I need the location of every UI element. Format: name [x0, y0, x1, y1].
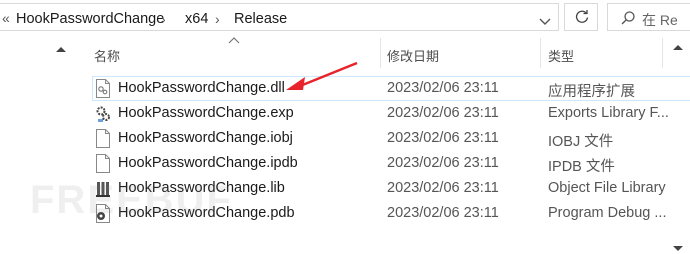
- address-bar: « HookPasswordChange › x64 › Release 在 R…: [0, 0, 690, 36]
- breadcrumb-separator-icon[interactable]: ›: [215, 11, 220, 27]
- file-name[interactable]: HookPasswordChange.dll: [118, 80, 285, 96]
- file-row[interactable]: HookPasswordChange.dll 2023/02/06 23:11 …: [0, 76, 690, 101]
- chevron-down-icon[interactable]: [537, 13, 553, 29]
- column-divider[interactable]: [540, 38, 541, 68]
- scroll-down-icon[interactable]: [671, 244, 685, 254]
- watermark-logo: FREEBUF: [30, 178, 233, 222]
- file-name[interactable]: HookPasswordChange.ipdb: [118, 155, 298, 171]
- file-date: 2023/02/06 23:11: [387, 130, 499, 146]
- file-date: 2023/02/06 23:11: [387, 205, 499, 221]
- dll-icon: [96, 79, 110, 98]
- file-icon: [96, 129, 110, 148]
- breadcrumb-overflow-icon[interactable]: «: [2, 10, 16, 26]
- breadcrumb-item-x64[interactable]: x64: [185, 11, 208, 27]
- sort-ascending-icon: [228, 37, 240, 44]
- file-date: 2023/02/06 23:11: [387, 105, 499, 121]
- search-input[interactable]: 在 Re: [642, 10, 678, 30]
- breadcrumb-item-project[interactable]: HookPasswordChange: [16, 11, 164, 27]
- column-type[interactable]: 类型: [548, 46, 574, 65]
- file-type: IOBJ 文件: [548, 134, 614, 150]
- column-header: 名称 修改日期 类型: [0, 36, 690, 70]
- refresh-button[interactable]: [564, 3, 598, 31]
- column-date-modified[interactable]: 修改日期: [387, 46, 439, 65]
- breadcrumb-separator-icon[interactable]: ›: [161, 11, 166, 27]
- exp-icon: [96, 106, 110, 122]
- file-type: Object File Library: [548, 180, 666, 196]
- file-row[interactable]: HookPasswordChange.iobj 2023/02/06 23:11…: [0, 126, 690, 151]
- breadcrumb-item-release[interactable]: Release: [234, 11, 287, 27]
- file-row[interactable]: HookPasswordChange.ipdb 2023/02/06 23:11…: [0, 151, 690, 176]
- file-icon: [96, 154, 110, 173]
- search-box[interactable]: 在 Re: [607, 3, 690, 31]
- file-type: IPDB 文件: [548, 159, 615, 175]
- file-name[interactable]: HookPasswordChange.iobj: [118, 130, 293, 146]
- refresh-icon: [575, 10, 589, 23]
- file-type: 应用程序扩展: [548, 84, 635, 100]
- file-type: Exports Library F...: [548, 105, 669, 121]
- file-date: 2023/02/06 23:11: [387, 180, 499, 196]
- vertical-scrollbar[interactable]: [667, 36, 690, 251]
- file-date: 2023/02/06 23:11: [387, 80, 499, 96]
- column-name[interactable]: 名称: [94, 46, 120, 65]
- search-icon: [621, 11, 635, 25]
- file-type: Program Debug ...: [548, 205, 667, 221]
- column-divider[interactable]: [380, 38, 381, 68]
- breadcrumb[interactable]: « HookPasswordChange › x64 › Release: [0, 3, 559, 31]
- file-date: 2023/02/06 23:11: [387, 155, 499, 171]
- scroll-up-icon[interactable]: [671, 42, 685, 52]
- file-row[interactable]: HookPasswordChange.exp 2023/02/06 23:11 …: [0, 101, 690, 126]
- column-divider[interactable]: [662, 38, 663, 68]
- file-name[interactable]: HookPasswordChange.exp: [118, 105, 294, 121]
